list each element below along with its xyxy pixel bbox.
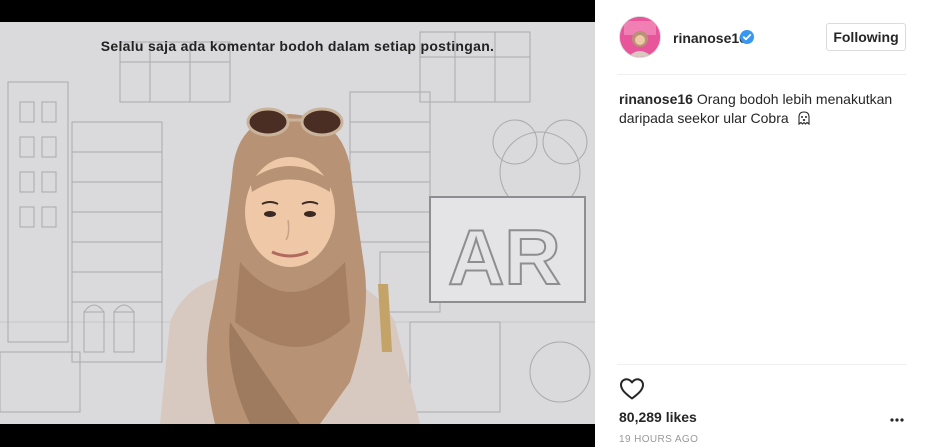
svg-text:AR: AR: [448, 213, 561, 301]
username[interactable]: rinanose16: [673, 30, 747, 46]
actions-divider: [617, 364, 906, 365]
post-timestamp[interactable]: 19 HOURS AGO: [619, 434, 698, 445]
heart-icon[interactable]: [619, 377, 645, 401]
post-side-panel: rinanose16 Following rinanose16 Orang bo…: [595, 0, 926, 447]
avatar[interactable]: [619, 16, 661, 58]
more-options-icon[interactable]: [889, 412, 905, 428]
ghost-emoji-icon: [797, 111, 810, 126]
following-button[interactable]: Following: [826, 23, 906, 51]
post-caption: rinanose16 Orang bodoh lebih menakutkan …: [619, 90, 904, 128]
post-media[interactable]: AR Selalu saja ada komentar bodoh dalam …: [0, 0, 595, 447]
verified-badge-icon: [740, 30, 754, 44]
video-caption-overlay: Selalu saja ada komentar bodoh dalam set…: [100, 38, 495, 54]
header-divider: [617, 74, 906, 75]
caption-username[interactable]: rinanose16: [619, 91, 693, 107]
post-photo: AR: [0, 22, 595, 424]
post-header: rinanose16 Following: [595, 0, 926, 74]
likes-count[interactable]: 80,289 likes: [619, 409, 697, 425]
